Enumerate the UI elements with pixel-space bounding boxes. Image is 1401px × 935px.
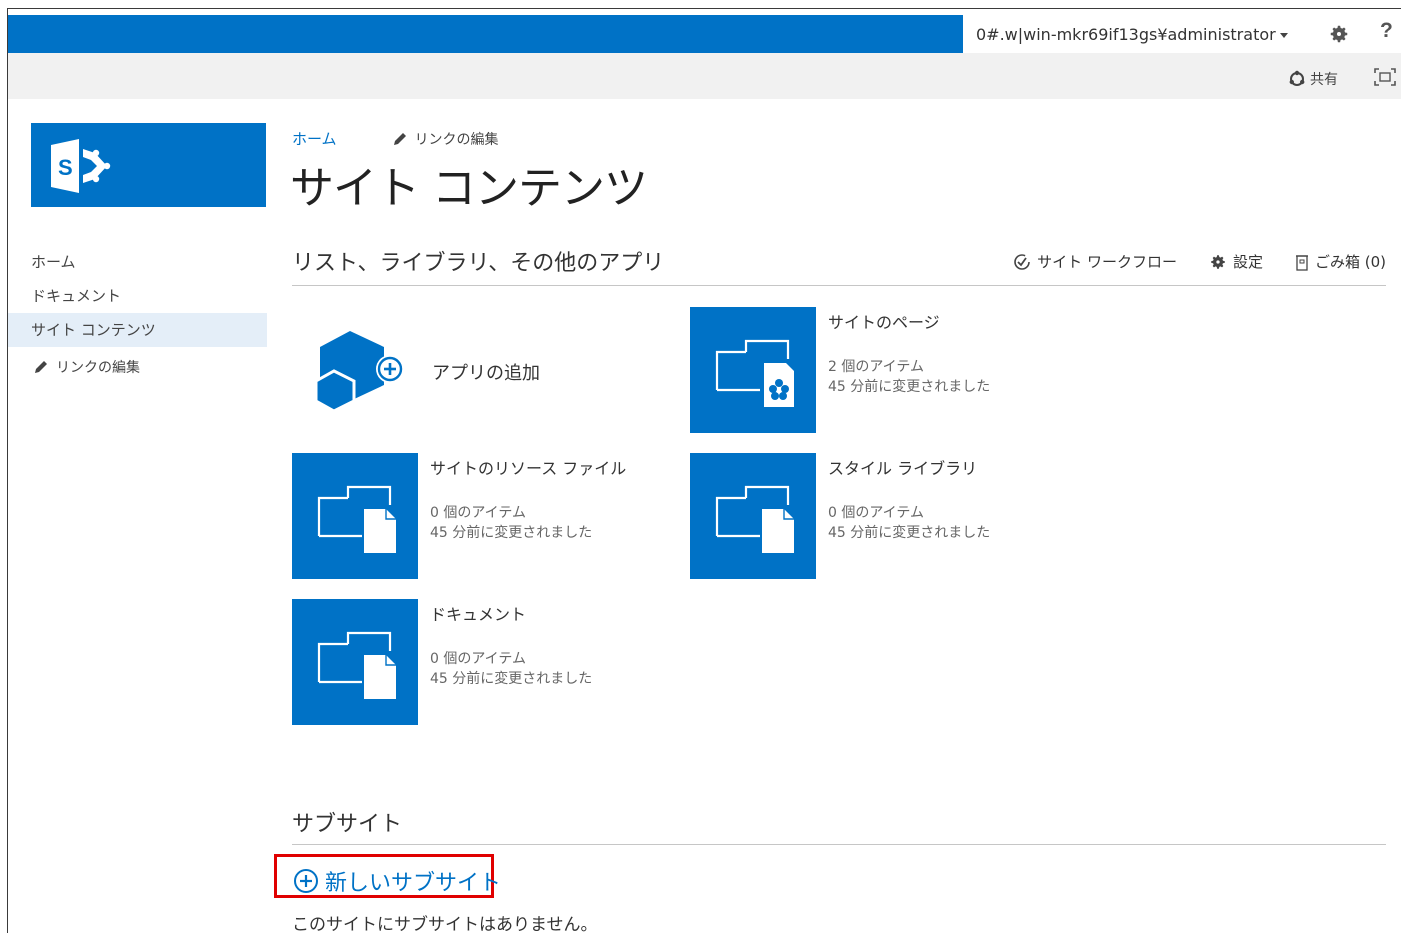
recycle-bin-label: ごみ箱 (0) bbox=[1314, 253, 1386, 271]
style-library-item-count: 0 個のアイテム bbox=[828, 505, 924, 521]
nav-item-documents[interactable]: ドキュメント bbox=[8, 279, 267, 313]
recycle-bin-icon bbox=[1295, 254, 1308, 271]
gear-icon bbox=[1211, 254, 1225, 269]
suite-bar: 0#.w|win-mkr69if13gs¥administrator ? bbox=[8, 9, 1401, 53]
nav-item-site-contents[interactable]: サイト コンテンツ bbox=[8, 313, 267, 347]
new-subsite-link[interactable]: 新しいサブサイト bbox=[293, 865, 501, 897]
share-label: 共有 bbox=[1310, 72, 1338, 88]
app-tile-style-library: スタイル ライブラリ 0 個のアイテム 45 分前に変更されました bbox=[690, 453, 1090, 579]
folder-document-icon bbox=[317, 631, 396, 699]
site-pages-library-icon[interactable] bbox=[690, 307, 816, 433]
site-assets-title[interactable]: サイトのリソース ファイル bbox=[430, 455, 626, 479]
settings-label: 設定 bbox=[1232, 253, 1263, 271]
ribbon-bar: 共有 bbox=[8, 53, 1401, 99]
page-title: サイト コンテンツ bbox=[290, 163, 648, 214]
focus-on-content-icon[interactable] bbox=[1373, 67, 1397, 87]
recycle-bin-button[interactable]: ごみ箱 (0) bbox=[1295, 251, 1386, 272]
add-app-tile[interactable]: アプリの追加 bbox=[292, 307, 672, 433]
user-menu[interactable]: 0#.w|win-mkr69if13gs¥administrator bbox=[976, 25, 1288, 44]
settings-button[interactable]: 設定 bbox=[1209, 251, 1263, 272]
user-name: 0#.w|win-mkr69if13gs¥administrator bbox=[976, 25, 1276, 44]
share-icon bbox=[1289, 70, 1305, 86]
documents-library-icon[interactable] bbox=[292, 599, 418, 725]
section-actions: サイト ワークフロー 設定 ごみ箱 (0) bbox=[1013, 251, 1386, 272]
breadcrumb-edit-label: リンクの編集 bbox=[414, 131, 499, 148]
share-button[interactable]: 共有 bbox=[1288, 69, 1338, 89]
site-assets-library-icon[interactable] bbox=[292, 453, 418, 579]
subsites-title: サブサイト bbox=[292, 812, 403, 837]
add-app-icon bbox=[314, 331, 404, 413]
new-subsite-label: 新しいサブサイト bbox=[325, 871, 502, 896]
app-tile-documents: ドキュメント 0 個のアイテム 45 分前に変更されました bbox=[292, 599, 692, 725]
pencil-icon bbox=[35, 361, 47, 373]
pencil-icon bbox=[393, 132, 406, 145]
window-border-left bbox=[7, 8, 8, 933]
breadcrumb-edit-links[interactable]: リンクの編集 bbox=[393, 129, 499, 149]
quick-launch: ホーム ドキュメント サイト コンテンツ リンクの編集 bbox=[8, 245, 267, 377]
app-tile-site-assets: サイトのリソース ファイル 0 個のアイテム 45 分前に変更されました bbox=[292, 453, 692, 579]
settings-gear-icon[interactable] bbox=[1328, 23, 1350, 45]
site-assets-item-count: 0 個のアイテム bbox=[430, 505, 526, 521]
site-workflow-label: サイト ワークフロー bbox=[1037, 253, 1177, 271]
documents-modified: 45 分前に変更されました bbox=[430, 671, 593, 687]
site-pages-modified: 45 分前に変更されました bbox=[828, 379, 991, 395]
apps-section-header: リスト、ライブラリ、その他のアプリ サイト ワークフロー 設定 ごみ箱 (0) bbox=[292, 243, 1386, 286]
edit-links-label: リンクの編集 bbox=[56, 360, 140, 376]
add-app-label: アプリの追加 bbox=[432, 363, 540, 384]
svg-text:S: S bbox=[58, 155, 73, 180]
workflow-check-icon bbox=[1014, 253, 1030, 270]
help-icon[interactable]: ? bbox=[1380, 19, 1393, 43]
new-subsite-highlight: 新しいサブサイト bbox=[274, 854, 501, 898]
chevron-down-icon bbox=[1279, 33, 1288, 38]
folder-document-icon bbox=[715, 485, 794, 553]
documents-title[interactable]: ドキュメント bbox=[430, 601, 592, 625]
style-library-title[interactable]: スタイル ライブラリ bbox=[828, 455, 990, 479]
site-workflow-button[interactable]: サイト ワークフロー bbox=[1013, 251, 1177, 272]
style-library-modified: 45 分前に変更されました bbox=[828, 525, 991, 541]
folder-document-icon bbox=[317, 485, 396, 553]
sharepoint-logo-icon: S bbox=[51, 139, 111, 193]
style-library-icon[interactable] bbox=[690, 453, 816, 579]
no-subsites-message: このサイトにサブサイトはありません。 bbox=[292, 915, 598, 935]
breadcrumb: ホーム リンクの編集 bbox=[292, 128, 499, 149]
site-assets-modified: 45 分前に変更されました bbox=[430, 525, 593, 541]
site-pages-title[interactable]: サイトのページ bbox=[828, 309, 990, 333]
folder-page-icon bbox=[715, 339, 794, 407]
edit-links-nav[interactable]: リンクの編集 bbox=[8, 357, 267, 377]
nav-item-home[interactable]: ホーム bbox=[8, 245, 267, 279]
site-pages-item-count: 2 個のアイテム bbox=[828, 359, 924, 375]
documents-item-count: 0 個のアイテム bbox=[430, 651, 526, 667]
suite-bar-brand-area bbox=[8, 15, 963, 53]
breadcrumb-home-link[interactable]: ホーム bbox=[292, 128, 337, 149]
add-circle-icon bbox=[294, 869, 318, 893]
subsites-section-header: サブサイト bbox=[292, 800, 1386, 845]
sharepoint-logo[interactable]: S bbox=[31, 123, 266, 207]
app-tile-site-pages: サイトのページ 2 個のアイテム 45 分前に変更されました bbox=[690, 307, 1090, 433]
apps-section-title: リスト、ライブラリ、その他のアプリ bbox=[292, 251, 665, 276]
